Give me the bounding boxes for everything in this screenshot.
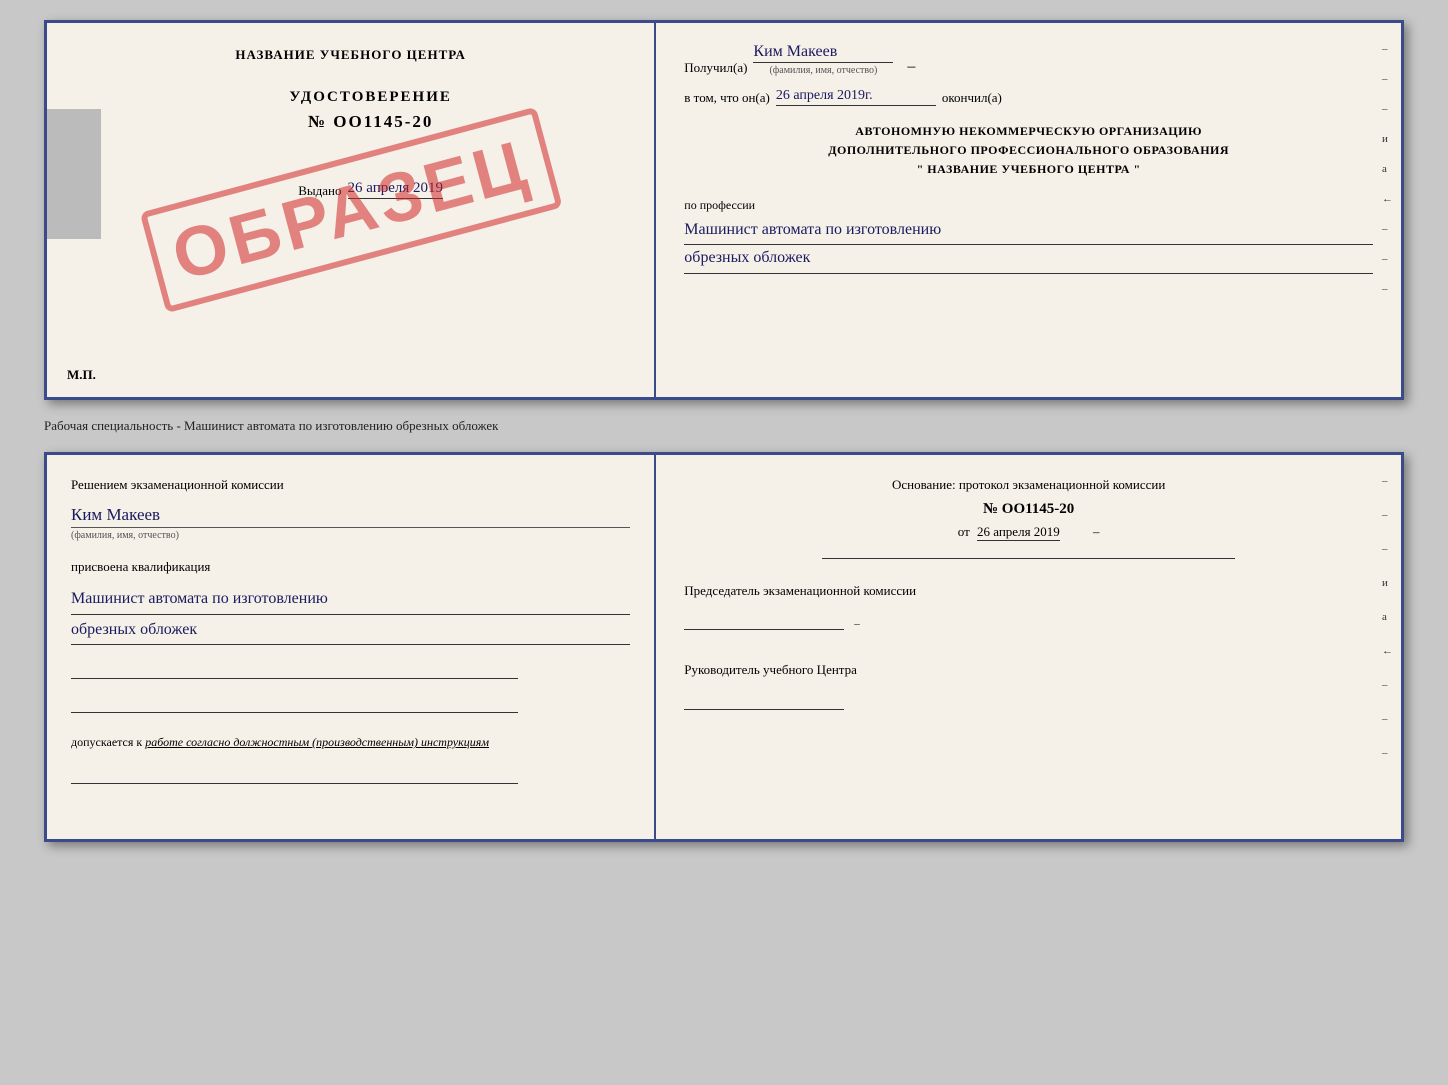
- profession-label: по профессии: [684, 198, 1373, 213]
- decision-label: Решением экзаменационной комиссии: [71, 475, 630, 495]
- issued-date: 26 апреля 2019: [348, 180, 444, 199]
- bottom-certificate-card: Решением экзаменационной комиссии Ким Ма…: [44, 452, 1404, 842]
- completed-label: окончил(а): [942, 90, 1002, 106]
- protocol-date-row: от 26 апреля 2019 –: [684, 524, 1373, 540]
- profession-line2: обрезных обложек: [684, 245, 1373, 274]
- qualification-group: Машинист автомата по изготовлению обрезн…: [71, 586, 630, 645]
- protocol-date-prefix: от: [958, 524, 970, 539]
- допуск-value: работе согласно должностным (производств…: [145, 735, 489, 749]
- bottom-name-group: Ким Макеев (фамилия, имя, отчество): [71, 505, 630, 541]
- org-line3: " НАЗВАНИЕ УЧЕБНОГО ЦЕНТРА ": [684, 160, 1373, 179]
- director-label: Руководитель учебного Центра: [684, 660, 1373, 680]
- chairman-signature-line: [684, 610, 844, 630]
- org-line1: АВТОНОМНУЮ НЕКОММЕРЧЕСКУЮ ОРГАНИЗАЦИЮ: [684, 122, 1373, 141]
- recipient-group: Ким Макеев (фамилия, имя, отчество): [753, 43, 893, 76]
- top-left-panel: НАЗВАНИЕ УЧЕБНОГО ЦЕНТРА УДОСТОВЕРЕНИЕ №…: [47, 23, 656, 397]
- cert-type: УДОСТОВЕРЕНИЕ: [289, 89, 452, 106]
- right-side-marks: – – – и а ← – – –: [1382, 43, 1393, 295]
- profession-block: по профессии Машинист автомата по изгото…: [684, 198, 1373, 274]
- divider-1: [822, 558, 1235, 559]
- received-label: Получил(а): [684, 60, 747, 76]
- bottom-name-subtext: (фамилия, имя, отчество): [71, 527, 630, 541]
- profession-line1: Машинист автомата по изготовлению: [684, 217, 1373, 246]
- blank-line-3: [71, 766, 518, 784]
- blank-line-1: [71, 661, 518, 679]
- qualification-line2: обрезных обложек: [71, 617, 630, 646]
- cert-block: УДОСТОВЕРЕНИЕ № OO1145-20 Выдано 26 апре…: [71, 89, 630, 239]
- qualification-label: присвоена квалификация: [71, 557, 630, 577]
- protocol-number: № OO1145-20: [684, 501, 1373, 518]
- protocol-date: 26 апреля 2019: [977, 524, 1060, 541]
- org-block: АВТОНОМНУЮ НЕКОММЕРЧЕСКУЮ ОРГАНИЗАЦИЮ ДО…: [684, 122, 1373, 180]
- basis-label: Основание: протокол экзаменационной коми…: [684, 475, 1373, 495]
- chairman-label: Председатель экзаменационной комиссии: [684, 581, 1373, 601]
- blank-line-2: [71, 695, 518, 713]
- recipient-name: Ким Макеев: [753, 43, 893, 63]
- document-container: НАЗВАНИЕ УЧЕБНОГО ЦЕНТРА УДОСТОВЕРЕНИЕ №…: [44, 20, 1404, 842]
- top-right-panel: Получил(а) Ким Макеев (фамилия, имя, отч…: [656, 23, 1401, 397]
- bottom-right-marks: – – – и а ← – – –: [1382, 475, 1393, 759]
- director-block: Руководитель учебного Центра: [684, 660, 1373, 710]
- допуск-block: допускается к работе согласно должностны…: [71, 735, 630, 750]
- protokol-block: Основание: протокол экзаменационной коми…: [684, 475, 1373, 540]
- name-subtext: (фамилия, имя, отчество): [753, 65, 893, 76]
- bottom-left-panel: Решением экзаменационной комиссии Ким Ма…: [47, 455, 656, 839]
- completion-row: в том, что он(а) 26 апреля 2019г. окончи…: [684, 88, 1373, 106]
- photo-placeholder: [47, 109, 101, 239]
- mp-label: М.П.: [67, 367, 96, 383]
- institution-name-top: НАЗВАНИЕ УЧЕБНОГО ЦЕНТРА: [235, 47, 466, 63]
- top-certificate-card: НАЗВАНИЕ УЧЕБНОГО ЦЕНТРА УДОСТОВЕРЕНИЕ №…: [44, 20, 1404, 400]
- bottom-right-panel: Основание: протокол экзаменационной коми…: [656, 455, 1401, 839]
- допуск-label: допускается к: [71, 735, 142, 749]
- received-row: Получил(а) Ким Макеев (фамилия, имя, отч…: [684, 43, 1373, 76]
- bottom-name: Ким Макеев: [71, 505, 630, 525]
- issued-label: Выдано: [298, 183, 341, 199]
- in-that-label: в том, что он(а): [684, 90, 770, 106]
- chairman-block: Председатель экзаменационной комиссии –: [684, 581, 1373, 631]
- qualification-line1: Машинист автомата по изготовлению: [71, 586, 630, 615]
- separator-label: Рабочая специальность - Машинист автомат…: [44, 414, 1404, 438]
- org-line2: ДОПОЛНИТЕЛЬНОГО ПРОФЕССИОНАЛЬНОГО ОБРАЗО…: [684, 141, 1373, 160]
- completion-date: 26 апреля 2019г.: [776, 88, 936, 106]
- cert-details: УДОСТОВЕРЕНИЕ № OO1145-20 Выдано 26 апре…: [111, 89, 630, 199]
- cert-number: № OO1145-20: [308, 112, 434, 132]
- director-signature-line: [684, 690, 844, 710]
